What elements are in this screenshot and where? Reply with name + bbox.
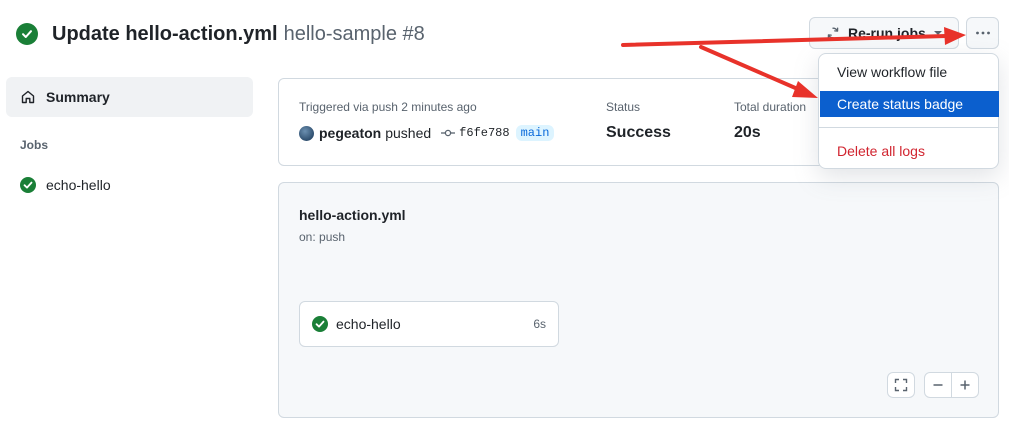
success-check-icon xyxy=(16,23,38,45)
duration-label: Total duration xyxy=(734,100,807,114)
more-options-menu: View workflow file Create status badge D… xyxy=(818,53,999,169)
menu-item-view-workflow-file[interactable]: View workflow file xyxy=(820,59,999,85)
zoom-out-button[interactable] xyxy=(925,373,952,397)
run-header: Update hello-action.yml hello-sample #8 xyxy=(16,18,425,50)
duration-value: 20s xyxy=(734,124,761,141)
commit-sha: f6fe788 xyxy=(459,126,510,140)
page-title: Update hello-action.yml xyxy=(52,22,278,45)
job-node-duration: 6s xyxy=(533,317,546,331)
sidebar-item-label: Summary xyxy=(46,89,110,105)
commit-link[interactable]: f6fe788 xyxy=(441,126,510,140)
workflow-trigger: on: push xyxy=(299,230,346,244)
more-options-button[interactable] xyxy=(966,17,999,49)
menu-divider xyxy=(819,127,998,128)
minus-icon xyxy=(933,384,943,386)
workflow-file-name: hello-action.yml xyxy=(299,207,406,223)
push-info: pegeaton pushed f6fe788 main xyxy=(299,125,555,141)
job-node-label: echo-hello xyxy=(336,316,401,332)
kebab-horizontal-icon xyxy=(975,31,990,35)
branch-badge[interactable]: main xyxy=(515,125,555,141)
fullscreen-button[interactable] xyxy=(887,372,915,398)
job-node-echo-hello[interactable]: echo-hello 6s xyxy=(299,301,559,347)
rerun-jobs-button[interactable]: Re-run jobs xyxy=(809,17,959,49)
sidebar-item-echo-hello[interactable]: echo-hello xyxy=(20,175,111,195)
menu-item-create-status-badge[interactable]: Create status badge xyxy=(820,91,999,117)
success-check-icon xyxy=(312,316,328,332)
status-value: Success xyxy=(606,124,671,141)
actor-link[interactable]: pegeaton xyxy=(319,125,381,141)
success-check-icon xyxy=(20,177,36,193)
sidebar-job-label: echo-hello xyxy=(46,177,111,193)
rerun-jobs-label: Re-run jobs xyxy=(848,25,926,41)
zoom-controls xyxy=(924,372,979,398)
avatar[interactable] xyxy=(299,125,314,141)
trigger-text: Triggered via push 2 minutes ago xyxy=(299,100,477,114)
caret-down-icon xyxy=(933,31,942,35)
status-label: Status xyxy=(606,100,641,114)
fullscreen-icon xyxy=(894,378,908,392)
workflow-graph: hello-action.yml on: push echo-hello 6s xyxy=(278,182,999,418)
plus-icon xyxy=(960,380,970,390)
action-text: pushed xyxy=(385,125,432,141)
home-icon xyxy=(21,90,35,104)
run-subtitle: hello-sample #8 xyxy=(283,22,425,45)
zoom-in-button[interactable] xyxy=(952,373,978,397)
git-commit-icon xyxy=(441,129,456,137)
menu-item-delete-all-logs[interactable]: Delete all logs xyxy=(820,138,999,164)
jobs-heading: Jobs xyxy=(20,138,49,152)
sidebar-item-summary[interactable]: Summary xyxy=(6,77,253,117)
sync-icon xyxy=(827,27,839,39)
